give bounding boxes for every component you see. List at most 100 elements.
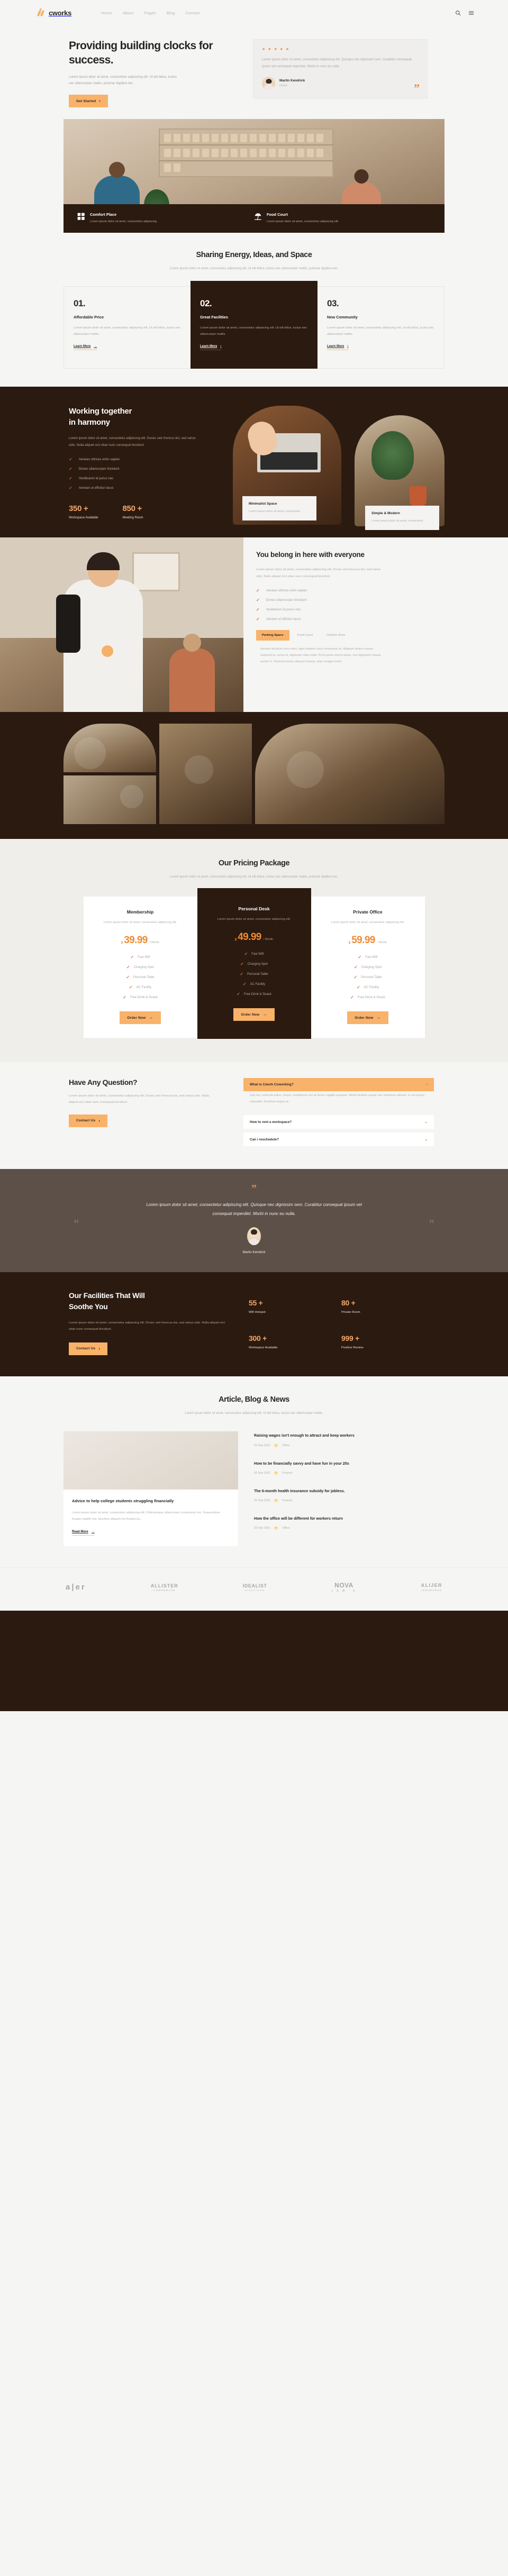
- brand-name: NOVA: [334, 1582, 353, 1590]
- check-icon: ✓: [353, 975, 358, 980]
- pricing-section: Our Pricing Package Lorem ipsum dolor si…: [0, 839, 508, 1062]
- arrow-right-icon: →: [376, 1015, 381, 1020]
- plan-desc: Lorem ipsum dolor sit amet, consectetur …: [103, 921, 177, 925]
- accordion-question: What is Cwork Coworking?: [250, 1083, 294, 1086]
- accordion-header[interactable]: Can i reschedule? ⌄: [243, 1132, 434, 1146]
- sharing-card[interactable]: 02. Great Facilities Lorem ipsum dolor s…: [190, 280, 318, 369]
- read-more-link[interactable]: Read More →: [72, 1530, 95, 1536]
- brand-name: IDEALIST: [242, 1583, 267, 1588]
- nav-item-contact[interactable]: Contact: [186, 11, 200, 15]
- gallery-image-2[interactable]: [64, 775, 156, 825]
- price-amount: 39.99: [124, 935, 148, 946]
- slider-prev-button[interactable]: ‹‹: [74, 1217, 79, 1225]
- feature-desc: Lorem ipsum dolor sit amet, consectetur …: [90, 220, 158, 224]
- blog-meta: 03 Sep 2021 📁 Office: [254, 1444, 444, 1448]
- order-now-button[interactable]: Order Now →: [233, 1008, 275, 1021]
- working-checklist: ✓ Aenean ultrices enim sapien ✓ Donec ulla…: [69, 457, 222, 490]
- blog-list-item[interactable]: The 6-month health insurance subsidy for…: [254, 1488, 444, 1503]
- stat-value: 850 +: [122, 504, 142, 514]
- blog-list-item[interactable]: How to be financially savvy and have fun…: [254, 1460, 444, 1475]
- blog-featured-card[interactable]: Advice to help college students struggli…: [64, 1431, 238, 1547]
- learn-more-link[interactable]: Learn More ›: [200, 345, 222, 351]
- card-desc: Lorem ipsum dolor sit amet, consectetur: [371, 519, 423, 523]
- list-item: ✓ Free Drink & Snack: [207, 992, 302, 997]
- card-title: New Community: [327, 314, 358, 319]
- quote-mark-icon: ”: [251, 1183, 257, 1195]
- brand-logo[interactable]: cworks: [37, 8, 71, 17]
- blog-meta: 03 Sep 2021 📁 Finance: [254, 1471, 444, 1475]
- contact-us-button[interactable]: Contact Us ›: [69, 1342, 108, 1355]
- learn-more-link[interactable]: Learn More ›: [327, 345, 349, 351]
- gallery-image-3[interactable]: [159, 724, 252, 825]
- hamburger-menu-icon[interactable]: [468, 10, 474, 16]
- search-icon[interactable]: [455, 10, 461, 16]
- working-stats: 350 + Workspace Available 850 + Meeting …: [69, 504, 222, 519]
- blog-meta: 03 Sep 2021 📁 Office: [254, 1526, 444, 1530]
- card-number: 03.: [327, 298, 339, 308]
- sharing-card[interactable]: 03. New Community Lorem ipsum dolor sit …: [318, 286, 444, 369]
- blog-title: Advice to help college students struggli…: [72, 1499, 174, 1504]
- accordion-question: Can i reschedule?: [250, 1137, 279, 1141]
- list-item: ✓ Aenean ut efficitur lacus: [69, 486, 222, 490]
- plan-features: ✓ Fast Wifi ✓ Charging Spot ✓ Personal Tabl…: [321, 955, 415, 1000]
- feature-label: Personal Table: [247, 972, 268, 976]
- picture-frame-decoration: [132, 552, 180, 592]
- card-title: Minimalist Space: [249, 502, 277, 506]
- feature-label: Charging Spot: [247, 962, 268, 966]
- list-item-label: Aenean ut efficitur lacus: [78, 486, 114, 490]
- blog-list-item[interactable]: Raising wages isn't enough to attract an…: [254, 1432, 444, 1447]
- sharing-card[interactable]: 01. Affordable Price Lorem ipsum dolor s…: [64, 286, 190, 369]
- get-started-button[interactable]: Get Started ›: [69, 95, 108, 108]
- learn-more-link[interactable]: Learn More →: [74, 345, 97, 351]
- accordion-header[interactable]: What is Cwork Coworking? ‹: [243, 1078, 434, 1091]
- blog-category: Office: [282, 1444, 290, 1447]
- blog-date: 03 Sep 2021: [254, 1499, 271, 1503]
- working-images: Minimalist Space Lorem ipsum dolor sit a…: [233, 406, 444, 531]
- tab-food-court[interactable]: Food Court: [292, 630, 319, 641]
- gallery-image-4[interactable]: [255, 724, 444, 825]
- accordion-item-1[interactable]: What is Cwork Coworking? ‹ Sed nec vehic…: [243, 1078, 434, 1112]
- nav-item-blog[interactable]: Blog: [167, 11, 175, 15]
- blog-title: The 6-month health insurance subsidy for…: [254, 1488, 345, 1493]
- belong-copy: You belong in here with everyone Lorem i…: [243, 537, 381, 712]
- section-subtitle: Lorem ipsum dolor sit amet, consectetur …: [169, 267, 339, 271]
- person-illustration: [56, 552, 143, 712]
- check-icon: ✓: [353, 965, 358, 970]
- slider-next-button[interactable]: ››: [429, 1217, 434, 1225]
- order-now-button[interactable]: Order Now →: [347, 1011, 388, 1024]
- nav-item-about[interactable]: About: [123, 11, 134, 15]
- nav-item-home[interactable]: Home: [101, 11, 112, 15]
- working-copy: Working together in harmony Lorem ipsum …: [64, 406, 222, 519]
- price-period: / Month: [263, 938, 274, 941]
- stat-value: 80 +: [341, 1298, 356, 1307]
- accordion-header[interactable]: How to rent a workspace? ⌄: [243, 1115, 434, 1129]
- list-item-label: Donec ullamcorper tincidunt: [266, 598, 307, 602]
- blog-title: How the office will be different for wor…: [254, 1516, 343, 1521]
- check-icon: ✓: [356, 985, 360, 990]
- accordion-item-2[interactable]: How to rent a workspace? ⌄: [243, 1115, 434, 1129]
- currency-symbol: $: [234, 938, 237, 942]
- facilities-copy: Our Facilities That Will Soothe You Lore…: [64, 1290, 233, 1355]
- tab-parking-space[interactable]: Parking Space: [256, 630, 289, 641]
- nav-item-pages[interactable]: Pages: [144, 11, 156, 15]
- order-now-button[interactable]: Order Now →: [120, 1011, 161, 1024]
- tab-outdoor-area[interactable]: Outdoor Area: [321, 630, 351, 641]
- folder-icon: 📁: [274, 1527, 279, 1531]
- accordion-item-3[interactable]: Can i reschedule? ⌄: [243, 1132, 434, 1147]
- plan-price: $ 49.99 / Month: [207, 931, 302, 943]
- feature-comfort-place: Comfort Place Lorem ipsum dolor sit amet…: [77, 212, 254, 225]
- faq-accordion: What is Cwork Coworking? ‹ Sed nec vehic…: [243, 1078, 434, 1150]
- brand-logo-alijer: ALIJER INSURANCE: [421, 1583, 442, 1592]
- plan-name: Membership: [126, 909, 154, 915]
- list-item-label: Aenean ultrices enim sapien: [78, 458, 120, 462]
- check-icon: ✓: [256, 617, 260, 622]
- tab-panel-content: Aenean tincidunt eros enim, eget sodales…: [260, 647, 381, 664]
- feature-label: Charging Spot: [133, 965, 155, 969]
- gallery-image-1[interactable]: [64, 724, 156, 773]
- section-title: Sharing Energy, Ideas, and Space: [196, 251, 312, 260]
- brand-logo-nova: NOVA L A W ' S: [332, 1582, 357, 1593]
- contact-us-button[interactable]: Contact Us ›: [69, 1114, 108, 1127]
- list-item-label: Vestibulum id purus nec: [266, 608, 301, 612]
- blog-list-item[interactable]: How the office will be different for wor…: [254, 1515, 444, 1530]
- card-title: Great Facilities: [200, 314, 228, 319]
